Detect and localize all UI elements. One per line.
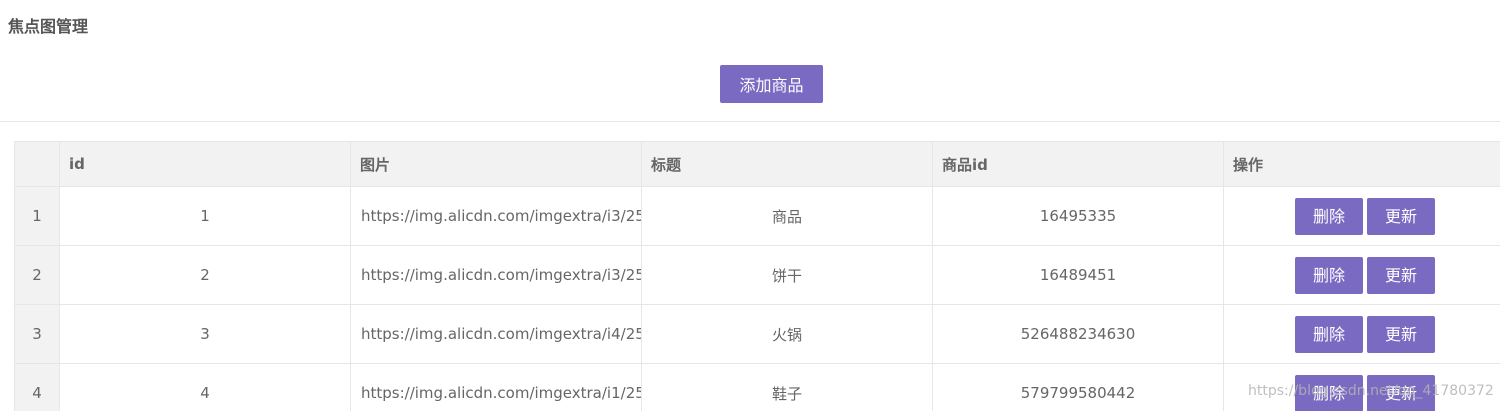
id-cell: 2 xyxy=(59,245,351,305)
column-header-id: id xyxy=(59,141,351,187)
image-url-cell: https://img.alicdn.com/imgextra/i1/2508 xyxy=(350,363,642,411)
product-id-cell: 579799580442 xyxy=(932,363,1224,411)
update-button[interactable]: 更新 xyxy=(1367,197,1435,235)
column-header-title: 标题 xyxy=(641,141,933,187)
table-row: 3 3 https://img.alicdn.com/imgextra/i4/2… xyxy=(14,304,1500,364)
delete-button[interactable]: 删除 xyxy=(1295,315,1363,353)
watermark-text: https://blog.csdn.net/qq_41780372 xyxy=(1248,383,1494,399)
id-cell: 1 xyxy=(59,186,351,246)
page-title: 焦点图管理 xyxy=(8,17,89,36)
row-index-cell: 2 xyxy=(14,245,60,305)
title-cell: 鞋子 xyxy=(641,363,933,411)
image-url-cell: https://img.alicdn.com/imgextra/i3/2508 xyxy=(350,186,642,246)
update-button[interactable]: 更新 xyxy=(1367,256,1435,294)
table-row: 2 2 https://img.alicdn.com/imgextra/i3/2… xyxy=(14,245,1500,305)
focus-image-table: id 图片 标题 商品id 操作 1 1 https://img.alicdn.… xyxy=(14,141,1500,411)
delete-button[interactable]: 删除 xyxy=(1295,197,1363,235)
table-row: 1 1 https://img.alicdn.com/imgextra/i3/2… xyxy=(14,186,1500,246)
id-cell: 3 xyxy=(59,304,351,364)
update-button[interactable]: 更新 xyxy=(1367,315,1435,353)
add-product-button[interactable]: 添加商品 xyxy=(720,65,823,103)
actions-cell: 删除 更新 xyxy=(1223,304,1500,364)
product-id-cell: 16489451 xyxy=(932,245,1224,305)
divider xyxy=(0,121,1500,122)
delete-button[interactable]: 删除 xyxy=(1295,256,1363,294)
row-index-cell: 4 xyxy=(14,363,60,411)
id-cell: 4 xyxy=(59,363,351,411)
column-header-product-id: 商品id xyxy=(932,141,1224,187)
actions-cell: 删除 更新 xyxy=(1223,245,1500,305)
image-url-cell: https://img.alicdn.com/imgextra/i3/2508 xyxy=(350,245,642,305)
image-url-cell: https://img.alicdn.com/imgextra/i4/2508 xyxy=(350,304,642,364)
table-container: id 图片 标题 商品id 操作 1 1 https://img.alicdn.… xyxy=(14,141,1500,411)
row-index-cell: 1 xyxy=(14,186,60,246)
column-header-image: 图片 xyxy=(350,141,642,187)
title-cell: 饼干 xyxy=(641,245,933,305)
page: 焦点图管理 添加商品 id 图片 标题 商品id 操作 1 1 https://… xyxy=(0,0,1500,411)
product-id-cell: 16495335 xyxy=(932,186,1224,246)
title-cell: 商品 xyxy=(641,186,933,246)
column-header-index xyxy=(14,141,60,187)
product-id-cell: 526488234630 xyxy=(932,304,1224,364)
actions-cell: 删除 更新 xyxy=(1223,186,1500,246)
table-header-row: id 图片 标题 商品id 操作 xyxy=(14,141,1500,187)
column-header-actions: 操作 xyxy=(1223,141,1500,187)
title-cell: 火锅 xyxy=(641,304,933,364)
row-index-cell: 3 xyxy=(14,304,60,364)
